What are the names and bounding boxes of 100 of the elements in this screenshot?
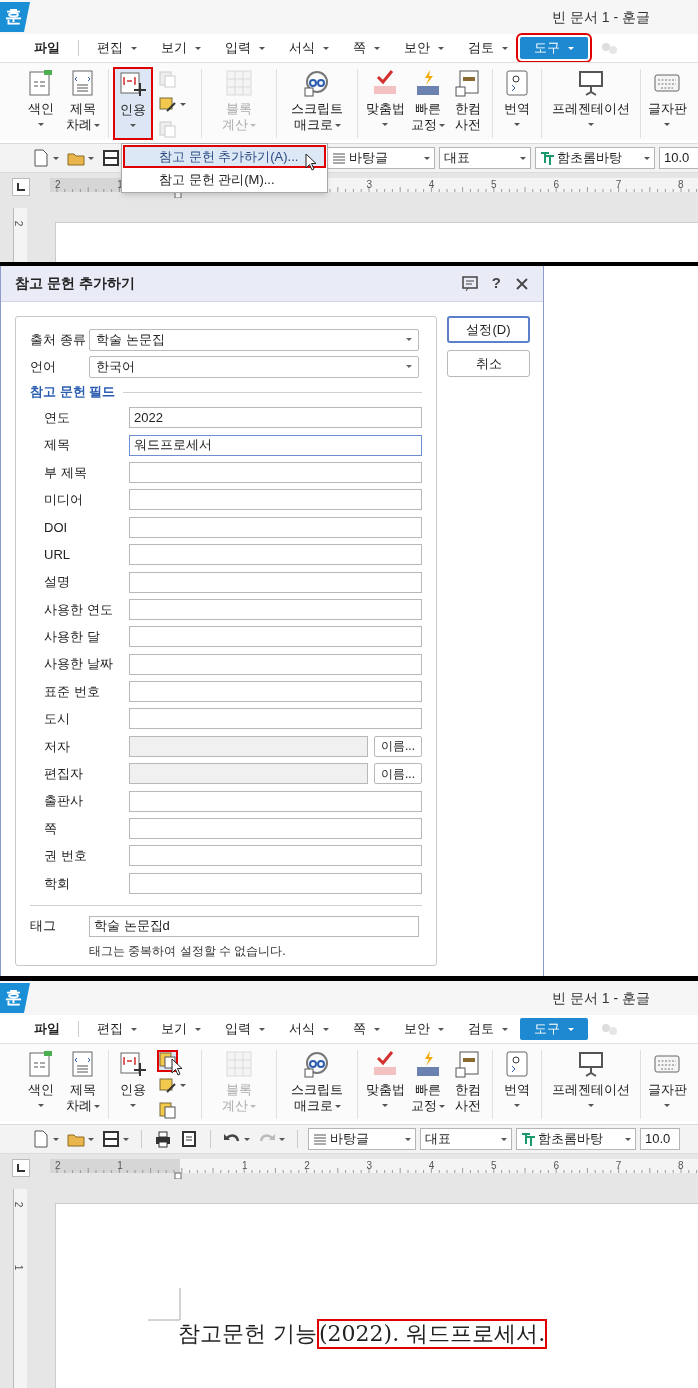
ribbon-button[interactable]: 한컴 사전	[448, 67, 488, 140]
input-field[interactable]	[129, 653, 422, 675]
menu-tab[interactable]: 입력	[213, 1018, 277, 1040]
input-field[interactable]	[129, 544, 422, 566]
dialog-button[interactable]: 설정(D)	[447, 316, 530, 343]
edit-citation-icon	[159, 96, 176, 113]
caret-icon	[259, 46, 265, 50]
help-button[interactable]: ?	[491, 272, 501, 295]
caret-icon	[520, 156, 526, 160]
input-field[interactable]	[129, 516, 422, 538]
caret-icon	[405, 1137, 411, 1141]
dropdown-field[interactable]: 10.0	[640, 1128, 680, 1150]
menu-item[interactable]: 참고 문헌 관리(M)...	[123, 168, 326, 191]
ruler-number: 5	[491, 1159, 497, 1173]
menu-tab[interactable]: 검토	[456, 37, 520, 59]
preview-icon	[180, 1130, 198, 1148]
people-icon	[600, 1022, 618, 1036]
ribbon-button[interactable]: 빠른 교정	[408, 67, 448, 140]
caret-icon	[439, 123, 445, 127]
dropdown-field[interactable]: 10.0	[659, 147, 698, 169]
menu-tab[interactable]: 보안	[392, 1018, 456, 1040]
ribbon-button[interactable]: 맞춤법	[362, 1048, 408, 1121]
dropdown-field[interactable]: 한국어	[89, 355, 419, 378]
tab-type-button[interactable]	[12, 1159, 30, 1177]
paragraph-lines-icon	[332, 151, 346, 165]
input-field[interactable]	[129, 681, 422, 703]
menu-tab[interactable]: 입력	[213, 37, 277, 59]
ribbon-button[interactable]: 인용	[113, 1048, 153, 1121]
document-text: 참고문헌 기능	[178, 1320, 317, 1348]
input-field[interactable]	[129, 626, 422, 648]
spellcheck-icon	[371, 69, 399, 97]
ribbon-button[interactable]: 스크립트 매크로	[281, 67, 353, 140]
menu-tab[interactable]: 보안	[392, 37, 456, 59]
tab-type-button[interactable]	[12, 178, 30, 196]
input-field[interactable]	[129, 598, 422, 620]
input-field[interactable]: 2022	[129, 407, 422, 429]
ribbon-button[interactable]: 글자판	[645, 1048, 689, 1121]
close-button[interactable]	[515, 276, 529, 291]
dropdown-field[interactable]: 바탕글	[308, 1128, 416, 1150]
dropdown-field[interactable]: 대표	[420, 1128, 512, 1150]
font-tt-icon	[540, 151, 554, 165]
caret-icon	[374, 1027, 380, 1031]
ribbon-button[interactable]: 색인	[20, 1048, 62, 1121]
menu-tab[interactable]: 파일	[22, 37, 72, 59]
ribbon-button[interactable]: 번역	[497, 67, 537, 140]
caret-icon	[38, 123, 44, 126]
field-label: 출판사	[44, 792, 84, 811]
ribbon-button[interactable]: 스크립트 매크로	[281, 1048, 353, 1121]
dialog-button[interactable]: 취소	[447, 350, 530, 377]
input-field[interactable]	[129, 708, 422, 730]
ribbon-button[interactable]: 글자판	[645, 67, 689, 140]
input-field[interactable]	[129, 818, 422, 840]
caret-icon	[123, 1137, 129, 1141]
input-field[interactable]: 학술 논문집d	[89, 915, 419, 937]
ribbon-button[interactable]: 색인	[20, 67, 62, 140]
save-button[interactable]	[100, 1128, 131, 1150]
field-label: 태그	[30, 917, 57, 936]
dropdown-field[interactable]: 학술 논문집	[89, 328, 419, 351]
ribbon-button[interactable]: 인용	[113, 67, 153, 140]
ribbon-button[interactable]: 제목 차례	[62, 67, 104, 140]
ribbon-button[interactable]: 프레젠테이션	[546, 1048, 636, 1121]
app-logo: 훈	[0, 983, 30, 1013]
input-field[interactable]	[129, 461, 422, 483]
input-field[interactable]: 워드프로세서	[129, 434, 422, 456]
menu-tab[interactable]: 편집	[85, 1018, 149, 1040]
input-field[interactable]	[129, 872, 422, 894]
caret-icon	[279, 1137, 285, 1141]
menu-tab[interactable]: 파일	[22, 1018, 72, 1040]
menu-tab[interactable]: 쪽	[341, 1018, 392, 1040]
caret-icon	[568, 1027, 574, 1031]
menu-item[interactable]: 참고 문헌 추가하기(A)...	[123, 145, 326, 168]
dropdown-field[interactable]: 대표	[439, 147, 531, 169]
menu-tab[interactable]: 검토	[456, 1018, 520, 1040]
input-field[interactable]	[129, 489, 422, 511]
ribbon-button[interactable]: 한컴 사전	[448, 1048, 488, 1121]
ribbon-button[interactable]: 맞춤법	[362, 67, 408, 140]
menu-tab[interactable]: 도구	[520, 1018, 588, 1040]
ribbon-button[interactable]: 번역	[497, 1048, 537, 1121]
field-label: 권 번호	[44, 847, 88, 866]
menu-tab[interactable]: 쪽	[341, 37, 392, 59]
ribbon-button[interactable]: 빠른 교정	[408, 1048, 448, 1121]
input-field[interactable]	[129, 571, 422, 593]
menu-tab[interactable]: 편집	[85, 37, 149, 59]
index-icon	[27, 1050, 55, 1078]
ribbon-button[interactable]: 프레젠테이션	[546, 67, 636, 140]
ribbon-button[interactable]: 제목 차례	[62, 1048, 104, 1121]
dropdown-field[interactable]: 바탕글	[327, 147, 435, 169]
dropdown-field[interactable]: 함초롬바탕	[516, 1128, 636, 1150]
dropdown-field[interactable]: 함초롬바탕	[535, 147, 655, 169]
menu-tab[interactable]: 보기	[149, 37, 213, 59]
caret-icon	[501, 1137, 507, 1141]
menu-tab[interactable]: 서식	[277, 1018, 341, 1040]
menu-tab[interactable]: 서식	[277, 37, 341, 59]
menu-tab[interactable]: 보기	[149, 1018, 213, 1040]
field-label: 미디어	[44, 491, 84, 510]
caret-icon	[259, 1027, 265, 1031]
input-field[interactable]	[129, 845, 422, 867]
input-field[interactable]	[129, 790, 422, 812]
caret-icon	[53, 156, 59, 160]
hint-text: 태그는 중복하여 설정할 수 없습니다.	[88, 943, 287, 961]
